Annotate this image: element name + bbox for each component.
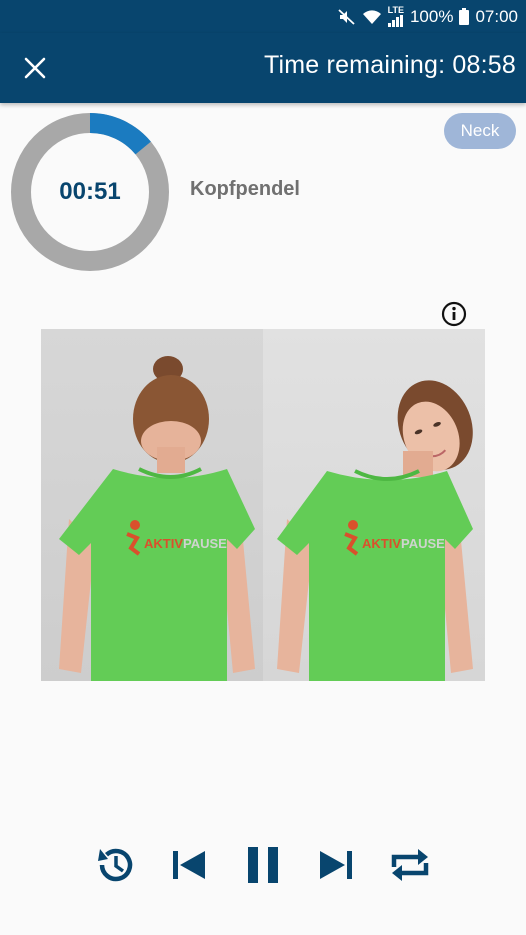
pause-icon bbox=[248, 847, 278, 883]
battery-percent: 100% bbox=[409, 6, 454, 26]
previous-icon bbox=[173, 851, 205, 879]
replay-icon bbox=[98, 848, 133, 882]
next-button[interactable] bbox=[312, 841, 360, 889]
app-bar: Time remaining: 08:58 bbox=[0, 33, 526, 103]
previous-button[interactable] bbox=[165, 841, 213, 889]
exercise-photo-end: AKTIVPAUSE bbox=[263, 329, 485, 681]
network-type: LTE bbox=[387, 5, 404, 15]
exercise-timer: 00:51 bbox=[10, 112, 170, 272]
signal-icon: LTE bbox=[387, 5, 404, 27]
wifi-icon bbox=[362, 9, 382, 25]
repeat-button[interactable] bbox=[386, 841, 434, 889]
shirt-logo-text: AKTIVPAUSE bbox=[362, 536, 445, 551]
info-icon bbox=[441, 301, 467, 327]
close-button[interactable] bbox=[22, 55, 48, 81]
exercise-image: AKTIVPAUSE AKTIVPAUSE bbox=[41, 329, 485, 681]
status-clock: 07:00 bbox=[475, 6, 518, 26]
pause-button[interactable] bbox=[239, 841, 287, 889]
info-button[interactable] bbox=[441, 301, 467, 327]
playback-controls bbox=[0, 835, 526, 895]
status-bar: LTE 100% 07:00 bbox=[0, 0, 526, 33]
close-icon bbox=[24, 57, 46, 79]
replay-button[interactable] bbox=[92, 841, 140, 889]
shirt-logo-text: AKTIVPAUSE bbox=[144, 536, 227, 551]
battery-icon bbox=[459, 8, 470, 25]
mute-icon bbox=[338, 8, 356, 25]
repeat-icon bbox=[391, 849, 429, 881]
exercise-photo-start: AKTIVPAUSE bbox=[41, 329, 263, 681]
exercise-name: Kopfpendel bbox=[190, 178, 300, 200]
category-chip[interactable]: Neck bbox=[444, 113, 516, 149]
time-remaining-label: Time remaining: 08:58 bbox=[263, 51, 516, 79]
next-icon bbox=[320, 851, 352, 879]
elapsed-time: 00:51 bbox=[59, 178, 121, 205]
